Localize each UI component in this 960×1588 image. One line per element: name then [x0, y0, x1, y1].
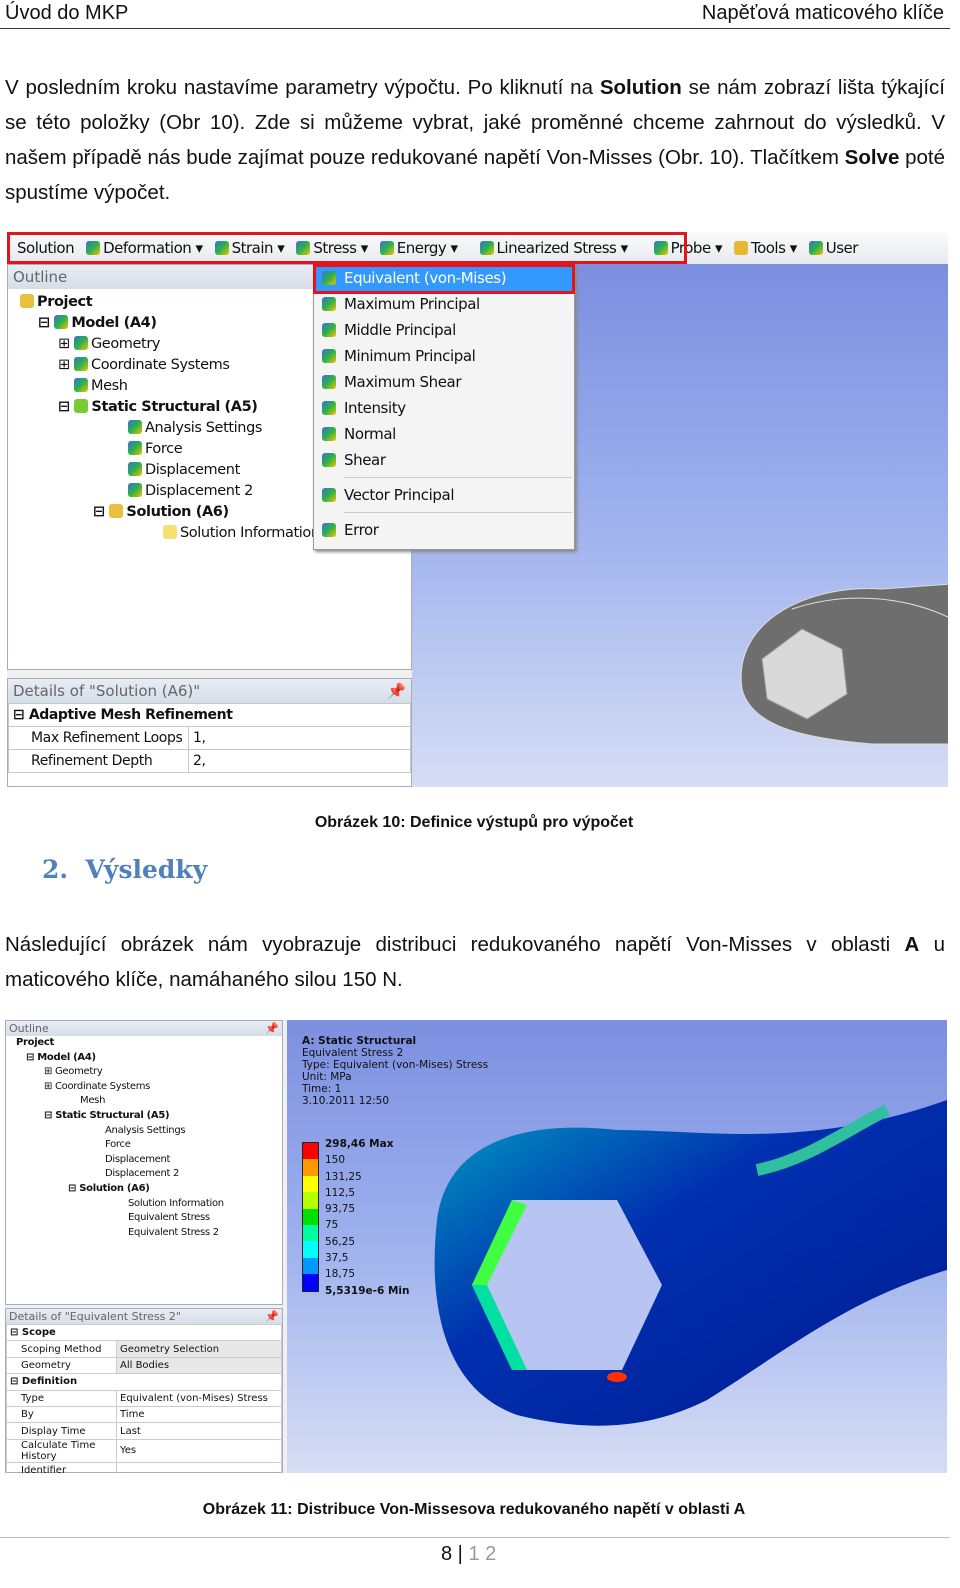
table-row[interactable]: Scoping Method Geometry Selection — [6, 1340, 282, 1358]
header-divider — [0, 28, 950, 29]
details-header: Details of "Equivalent Stress 2" 📌 — [6, 1309, 282, 1324]
table-row[interactable]: Identifier — [6, 1461, 282, 1473]
menu-item-error[interactable]: Error — [314, 517, 574, 543]
tools-icon — [733, 241, 748, 255]
tree-item[interactable]: Mesh — [6, 1094, 282, 1109]
table-row[interactable]: Refinement Depth 2, — [8, 749, 411, 773]
menu-item-shear[interactable]: Shear — [314, 447, 574, 473]
color-legend-bar — [302, 1142, 319, 1292]
user-icon — [808, 241, 823, 255]
footer-divider — [0, 1537, 950, 1538]
toolbar-user[interactable]: User — [808, 239, 858, 257]
result-info: A: Static Structural Equivalent Stress 2… — [302, 1035, 489, 1107]
table-row[interactable]: Calculate Time History Yes — [6, 1438, 282, 1463]
details-group[interactable]: ⊟ Scope — [6, 1323, 282, 1342]
details-table: ⊟ Scope Scoping Method Geometry Selection… — [6, 1323, 282, 1473]
menu-separator — [344, 512, 572, 513]
tree-item[interactable]: Project — [6, 1036, 282, 1051]
color-legend-labels: 298,46 Max 150 131,25 112,5 93,75 75 56,… — [325, 1138, 410, 1297]
menu-item-maximum-principal[interactable]: Maximum Principal — [314, 291, 574, 317]
tree-item[interactable]: ⊟ Solution (A6) — [6, 1182, 282, 1197]
tree-item[interactable]: Solution Information — [6, 1197, 282, 1212]
figure-11-screenshot: Outline 📌 Project ⊟ Model (A4) ⊞ Geometry… — [5, 1020, 947, 1473]
pin-icon[interactable]: 📌 — [265, 1310, 279, 1323]
table-row[interactable]: Display Time Last — [6, 1422, 282, 1440]
table-row[interactable]: Geometry All Bodies — [6, 1356, 282, 1375]
wrench-model — [740, 583, 948, 745]
header-right: Napěťová maticového klíče — [701, 2, 944, 24]
menu-item-normal[interactable]: Normal — [314, 421, 574, 447]
header-left: Úvod do MKP — [5, 2, 129, 24]
tree-item[interactable]: Displacement 2 — [6, 1167, 282, 1182]
toolbar-highlight — [7, 232, 687, 264]
tree-item[interactable]: Equivalent Stress — [6, 1211, 282, 1226]
figure-11-caption: Obrázek 11: Distribuce Von-Missesova red… — [202, 1501, 746, 1518]
legend-swatch — [303, 1192, 318, 1209]
tree-item[interactable]: ⊞ Coordinate Systems — [6, 1080, 282, 1095]
tree-item[interactable]: ⊟ Model (A4) — [6, 1051, 282, 1066]
stress-dropdown-menu: Equivalent (von-Mises) Maximum Principal… — [313, 264, 575, 550]
outline-tree: Project ⊟ Model (A4) ⊞ Geometry ⊞ Coordi… — [6, 1036, 282, 1240]
legend-swatch — [303, 1159, 318, 1176]
menu-highlight — [313, 264, 575, 294]
figure-10-screenshot: Solution Deformation ▾ Strain ▾ Stress ▾… — [7, 232, 948, 787]
outline-panel: Outline 📌 Project ⊟ Model (A4) ⊞ Geometry… — [5, 1020, 283, 1305]
legend-swatch — [303, 1257, 318, 1275]
tree-item[interactable]: Analysis Settings — [6, 1124, 282, 1139]
pin-icon[interactable]: 📌 — [265, 1022, 279, 1035]
menu-item-middle-principal[interactable]: Middle Principal — [314, 317, 574, 343]
legend-swatch — [303, 1143, 318, 1160]
outline-header: Outline 📌 — [6, 1021, 282, 1036]
result-viewport[interactable]: A: Static Structural Equivalent Stress 2… — [287, 1020, 947, 1473]
details-table: ⊟ Adaptive Mesh Refinement Max Refinemen… — [8, 703, 411, 773]
legend-swatch — [303, 1208, 318, 1225]
menu-item-maximum-shear[interactable]: Maximum Shear — [314, 369, 574, 395]
paragraph-1: V posledním kroku nastavíme parametry vý… — [5, 76, 945, 204]
menu-separator — [344, 477, 572, 478]
details-group[interactable]: ⊟ Adaptive Mesh Refinement — [8, 703, 411, 727]
details-panel: Details of "Equivalent Stress 2" 📌 ⊟ Scop… — [5, 1308, 283, 1473]
table-row[interactable]: By Time — [6, 1405, 282, 1424]
table-row[interactable]: Max Refinement Loops 1, — [8, 726, 411, 750]
details-group[interactable]: ⊟ Definition — [6, 1373, 282, 1391]
toolbar-tools[interactable]: Tools ▾ — [733, 239, 797, 257]
details-header: Details of "Solution (A6)" 📌 — [8, 679, 411, 703]
menu-item-minimum-principal[interactable]: Minimum Principal — [314, 343, 574, 369]
tree-item[interactable]: Force — [6, 1138, 282, 1153]
table-row[interactable]: Type Equivalent (von-Mises) Stress — [6, 1389, 282, 1407]
tree-item[interactable]: Equivalent Stress 2 — [6, 1226, 282, 1241]
legend-swatch — [303, 1274, 318, 1291]
details-panel: Details of "Solution (A6)" 📌 ⊟ Adaptive M… — [7, 678, 412, 787]
pin-icon[interactable]: 📌 — [387, 682, 406, 700]
figure-10-caption: Obrázek 10: Definice výstupů pro výpočet — [314, 814, 634, 831]
tree-item[interactable]: ⊟ Static Structural (A5) — [6, 1109, 282, 1124]
legend-swatch — [303, 1224, 318, 1242]
menu-item-intensity[interactable]: Intensity — [314, 395, 574, 421]
solution-toolbar: Solution Deformation ▾ Strain ▾ Stress ▾… — [7, 232, 948, 264]
section-heading: 2. Výsledky — [42, 855, 208, 884]
tree-item[interactable]: ⊞ Geometry — [6, 1065, 282, 1080]
tree-item[interactable]: Displacement — [6, 1153, 282, 1168]
legend-swatch — [303, 1175, 318, 1193]
paragraph-2: Následující obrázek nám vyobrazuje distr… — [5, 933, 945, 991]
legend-swatch — [303, 1241, 318, 1258]
page-number: 8 | 1 2 — [441, 1543, 497, 1565]
menu-item-vector-principal[interactable]: Vector Principal — [314, 482, 574, 508]
